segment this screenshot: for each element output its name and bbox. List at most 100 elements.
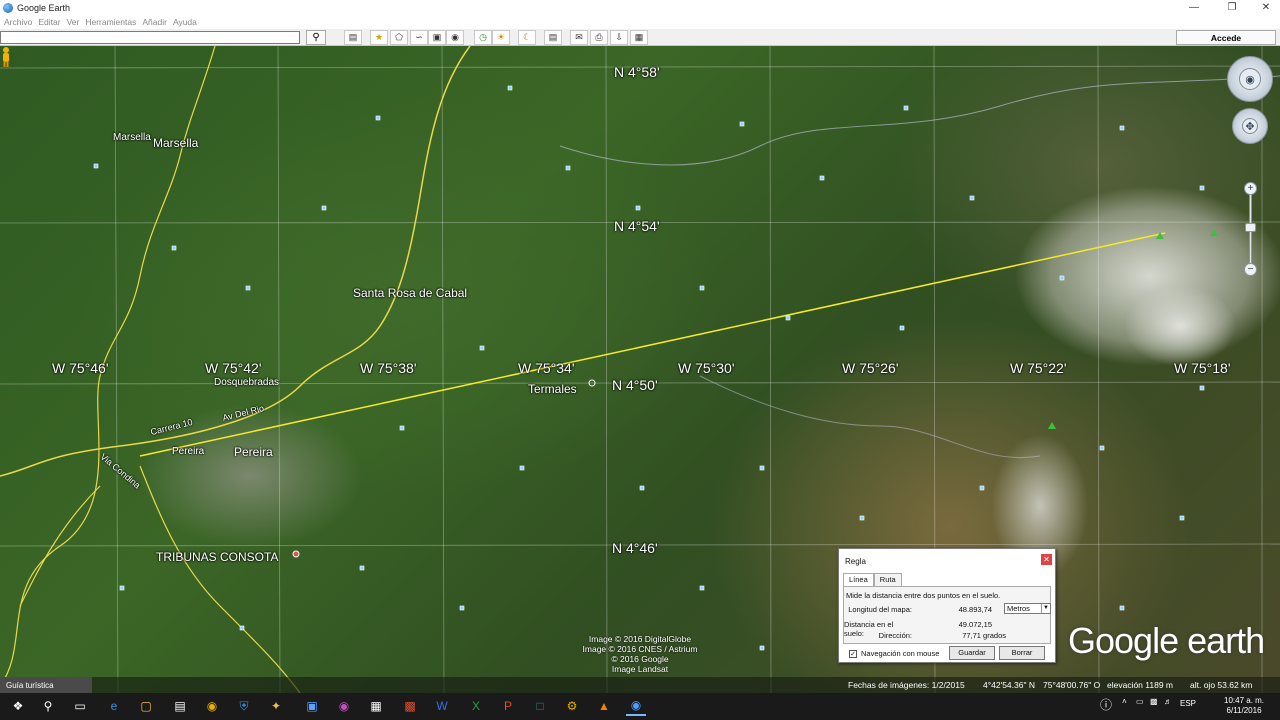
sidebar-toggle-button[interactable]: ▤ <box>344 30 362 45</box>
close-icon: ✕ <box>1043 555 1050 564</box>
tab-linea[interactable]: Línea <box>843 573 874 586</box>
mouse-navigation-checkbox[interactable]: ✓ Navegación con mouse <box>849 649 939 658</box>
taskbar-app[interactable]: □ <box>530 696 550 716</box>
taskbar-app[interactable]: ◉ <box>334 696 354 716</box>
menu-archivo[interactable]: Archivo <box>4 17 32 27</box>
move-control[interactable]: ✥ <box>1232 108 1268 144</box>
taskbar-explorer[interactable]: ▢ <box>136 696 156 716</box>
taskbar-google-earth[interactable]: ◉ <box>626 696 646 716</box>
credit-line: Image © 2016 DigitalGlobe <box>588 634 692 644</box>
ruler-panel: Mide la distancia entre dos puntos en el… <box>843 586 1051 644</box>
lon-label: W 75°18' <box>1174 360 1231 376</box>
path-icon: ∽ <box>415 32 423 42</box>
taskbar-calculator[interactable]: ▦ <box>366 696 386 716</box>
close-button[interactable]: ✕ <box>1252 0 1280 15</box>
gallery-icon: ▩ <box>404 699 416 713</box>
taskbar-vlc[interactable]: ▲ <box>594 696 614 716</box>
taskbar-app[interactable]: P <box>498 696 518 716</box>
look-control[interactable]: ◉ <box>1227 56 1273 102</box>
search-taskbar-button[interactable]: ⚲ <box>38 696 58 716</box>
historical-imagery-icon: ◷ <box>479 32 487 42</box>
sidebar-icon: ▤ <box>348 32 358 42</box>
zoom-in-button[interactable]: + <box>1244 182 1257 195</box>
planets-button[interactable]: ☾ <box>518 30 536 45</box>
tribunas-pin <box>292 550 300 558</box>
ruler-measure-line <box>139 232 1166 457</box>
zoom-slider-thumb[interactable] <box>1245 223 1256 232</box>
lon-label: W 75°34' <box>518 360 575 376</box>
excel-icon: X <box>471 699 480 713</box>
menu-anadir[interactable]: Añadir <box>142 17 167 27</box>
start-button[interactable]: ❖ <box>8 696 28 716</box>
taskbar-app[interactable]: ✦ <box>266 696 286 716</box>
photo-app-icon: ▣ <box>306 699 318 713</box>
menu-ayuda[interactable]: Ayuda <box>173 17 197 27</box>
menu-ver[interactable]: Ver <box>67 17 80 27</box>
save-image-button[interactable]: ⇩ <box>610 30 628 45</box>
place-label-pereira-small: Pereira <box>172 446 205 457</box>
menu-herramientas[interactable]: Herramientas <box>85 17 136 27</box>
lon-label: W 75°30' <box>678 360 735 376</box>
lat-label: N 4°46' <box>612 540 658 556</box>
menu-editar[interactable]: Editar <box>38 17 60 27</box>
status-bar: Fechas de imágenes: 1/2/2015 4°42'54.36"… <box>0 677 1280 693</box>
taskbar-app[interactable]: ▩ <box>400 696 420 716</box>
heading-label: Dirección: <box>878 631 912 640</box>
planets-icon: ☾ <box>522 32 532 42</box>
street-view-pegman-icon[interactable] <box>0 46 12 68</box>
longitude-readout: 75°48'00.76" O <box>1043 680 1101 690</box>
historical-imagery-button[interactable]: ◷ <box>474 30 492 45</box>
save-button[interactable]: Guardar <box>949 646 995 660</box>
search-button[interactable]: ⚲ <box>306 30 326 45</box>
minimize-button[interactable]: — <box>1180 0 1208 15</box>
view-in-maps-icon: ▦ <box>634 32 644 42</box>
volume-icon[interactable]: ♬ <box>1164 697 1172 706</box>
battery-icon[interactable]: ▭ <box>1136 697 1144 706</box>
sunlight-button[interactable]: ☀ <box>492 30 510 45</box>
signin-button[interactable]: Accede <box>1176 30 1276 45</box>
email-button[interactable]: ✉ <box>570 30 588 45</box>
map-view[interactable]: N 4°58' N 4°54' N 4°50' N 4°46' W 75°46'… <box>0 46 1280 693</box>
taskbar-store[interactable]: ▤ <box>170 696 190 716</box>
taskbar-app[interactable]: ⚙ <box>562 696 582 716</box>
place-label-dosquebradas: Dosquebradas <box>214 377 280 388</box>
print-button[interactable]: ⎙ <box>590 30 608 45</box>
zoom-out-button[interactable]: − <box>1244 263 1257 276</box>
taskbar-defender[interactable]: ⛨ <box>234 696 254 716</box>
clock-time: 10:47 a. m. <box>1224 696 1265 705</box>
unit-select[interactable]: Metros ▼ <box>1004 603 1051 614</box>
taskbar-chrome[interactable]: ◉ <box>202 696 222 716</box>
record-tour-button[interactable]: ◉ <box>446 30 464 45</box>
language-indicator[interactable]: ESP <box>1180 699 1196 708</box>
print-icon: ⎙ <box>595 32 603 42</box>
clock[interactable]: 10:47 a. m. 6/11/2016 <box>1224 696 1264 716</box>
ruler-button[interactable]: ▤ <box>544 30 562 45</box>
maximize-button[interactable]: ❐ <box>1218 0 1246 15</box>
taskbar-app[interactable]: ▣ <box>302 696 322 716</box>
latitude-readout: 4°42'54.36" N <box>983 680 1035 690</box>
add-polygon-button[interactable]: ⬠ <box>390 30 408 45</box>
taskbar-app[interactable]: X <box>466 696 486 716</box>
place-label-marsella-small: Marsella <box>113 132 151 143</box>
view-in-maps-button[interactable]: ▦ <box>630 30 648 45</box>
taskbar-edge[interactable]: e <box>104 696 124 716</box>
tour-guide-button[interactable]: Guía turística <box>0 677 92 693</box>
search-input[interactable] <box>0 31 300 44</box>
network-icon[interactable]: ▩ <box>1150 697 1158 706</box>
save-image-icon: ⇩ <box>615 32 623 42</box>
taskbar-app[interactable]: W <box>432 696 452 716</box>
add-placemark-button[interactable]: ★ <box>370 30 388 45</box>
help-icon[interactable]: ⓘ <box>1100 696 1112 713</box>
tab-ruta[interactable]: Ruta <box>873 573 902 586</box>
add-path-button[interactable]: ∽ <box>410 30 428 45</box>
heading-value: 77,71 grados <box>962 631 1006 640</box>
lat-label: N 4°50' <box>612 377 658 393</box>
tray-arrow-icon[interactable]: ˄ <box>1122 697 1127 706</box>
ruler-close-button[interactable]: ✕ <box>1041 554 1052 565</box>
place-label-marsella: Marsella <box>153 136 199 150</box>
clear-button[interactable]: Borrar <box>999 646 1045 660</box>
task-view-button[interactable]: ▭ <box>70 696 90 716</box>
credit-line: Image © 2016 CNES / Astrium <box>582 644 698 654</box>
image-overlay-button[interactable]: ▣ <box>428 30 446 45</box>
menu-bar: Archivo Editar Ver Herramientas Añadir A… <box>0 15 1280 29</box>
